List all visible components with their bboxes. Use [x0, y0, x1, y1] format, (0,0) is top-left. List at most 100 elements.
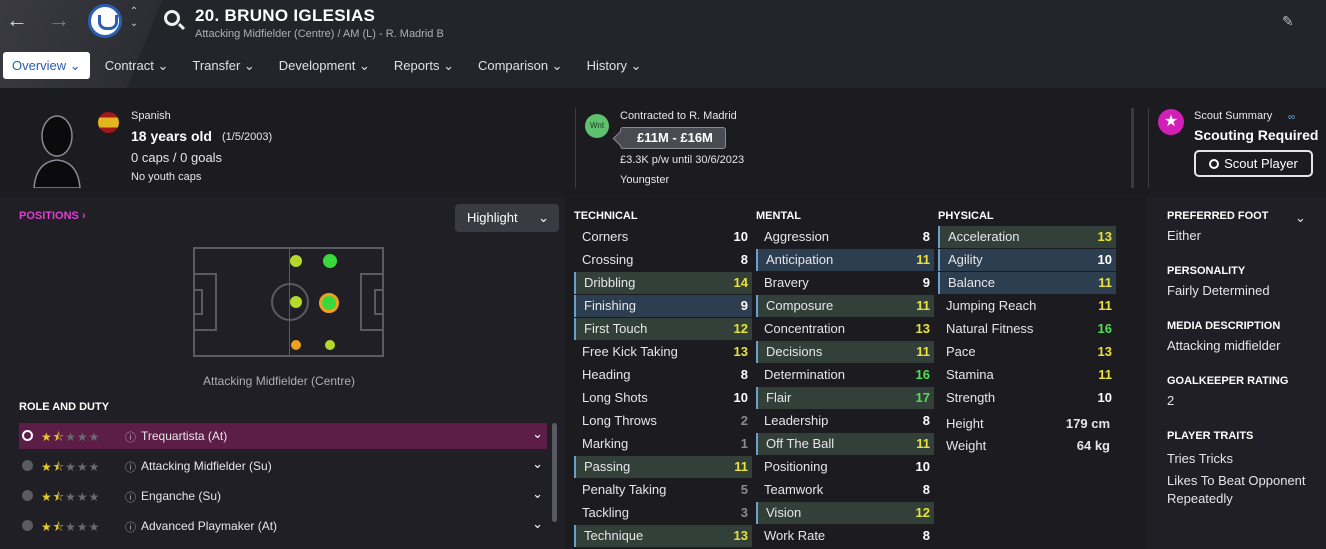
chevron-down-icon[interactable]: ⌄: [532, 486, 543, 502]
attribute-row[interactable]: Work Rate 8: [756, 525, 934, 547]
attribute-row[interactable]: Long Throws 2: [574, 410, 752, 432]
scout-summary-label: Scout Summary: [1194, 110, 1273, 122]
attribute-row[interactable]: Crossing 8: [574, 249, 752, 271]
chevron-down-icon[interactable]: ⌄: [532, 456, 543, 472]
attribute-row[interactable]: Aggression 8: [756, 226, 934, 248]
info-icon[interactable]: ⓘ: [125, 459, 136, 475]
attribute-row[interactable]: Natural Fitness 16: [938, 318, 1116, 340]
chevron-down-icon[interactable]: ⌄: [532, 516, 543, 532]
attribute-row[interactable]: Penalty Taking 5: [574, 479, 752, 501]
attribute-row[interactable]: First Touch 12: [574, 318, 752, 340]
info-icon[interactable]: ⓘ: [125, 489, 136, 505]
attribute-row[interactable]: Heading 8: [574, 364, 752, 386]
attribute-name: Free Kick Taking: [582, 344, 678, 359]
tab-transfer[interactable]: Transfer ⌄: [183, 52, 263, 79]
player-trait: Likes To Beat Opponent Repeatedly: [1167, 473, 1306, 506]
forward-arrow-icon[interactable]: →: [46, 8, 72, 34]
attribute-row[interactable]: Off The Ball 11: [756, 433, 934, 455]
attribute-name: Leadership: [764, 413, 829, 428]
club-switch-chevrons-icon[interactable]: ⌃ ⌄: [128, 6, 140, 30]
attribute-row[interactable]: Decisions 11: [756, 341, 934, 363]
club-crest-icon[interactable]: [88, 4, 122, 38]
attribute-row[interactable]: Corners 10: [574, 226, 752, 248]
positions-link[interactable]: POSITIONS ›: [19, 210, 86, 222]
tab-history[interactable]: History ⌄: [578, 52, 651, 79]
attribute-value: 13: [1097, 229, 1112, 244]
weight-value: 64 kg: [1076, 438, 1110, 453]
attribute-value: 10: [733, 229, 748, 244]
scout-player-button[interactable]: Scout Player: [1194, 150, 1313, 177]
transfer-value[interactable]: £11M - £16M: [620, 127, 726, 149]
attribute-row[interactable]: Free Kick Taking 13: [574, 341, 752, 363]
search-icon[interactable]: [164, 10, 180, 26]
attribute-name: Positioning: [764, 459, 828, 474]
attribute-row[interactable]: Bravery 9: [756, 272, 934, 294]
role-row[interactable]: ★⯪★★★ ⓘ Trequartista (At) ⌄: [19, 423, 547, 449]
attribute-name: Heading: [582, 367, 631, 382]
tab-development[interactable]: Development ⌄: [270, 52, 379, 79]
radio-icon[interactable]: [22, 490, 33, 501]
attribute-row[interactable]: Long Shots 10: [574, 387, 752, 409]
contract-label: Contracted to R. Madrid: [620, 110, 737, 122]
attribute-value: 2: [740, 413, 748, 428]
role-row[interactable]: ★⯪★★★ ⓘ Enganche (Su) ⌄: [19, 483, 547, 509]
attribute-row[interactable]: Marking 1: [574, 433, 752, 455]
tab-overview[interactable]: Overview ⌄: [3, 52, 90, 79]
attribute-name: Technique: [584, 528, 644, 543]
attribute-value: 16: [1097, 321, 1112, 336]
attribute-row[interactable]: Vision 12: [756, 502, 934, 524]
attribute-row[interactable]: Stamina 11: [938, 364, 1116, 386]
attribute-name: Balance: [948, 275, 995, 290]
attribute-row[interactable]: Acceleration 13: [938, 226, 1116, 248]
attribute-row[interactable]: Composure 11: [756, 295, 934, 317]
attribute-value: 10: [1097, 390, 1112, 405]
role-row[interactable]: ★⯪★★★ ⓘ Attacking Midfielder (Su) ⌄: [19, 453, 547, 479]
attribute-row[interactable]: Agility 10: [938, 249, 1116, 271]
highlight-dropdown[interactable]: Highlight ⌄: [455, 204, 559, 232]
player-silhouette-icon: [33, 115, 81, 188]
radio-icon[interactable]: [22, 520, 33, 531]
roles-scrollbar[interactable]: [552, 423, 557, 522]
radio-icon[interactable]: [22, 460, 33, 471]
attribute-row[interactable]: Finishing 9: [574, 295, 752, 317]
attribute-value: 5: [740, 482, 748, 497]
attribute-row[interactable]: Flair 17: [756, 387, 934, 409]
weight-label: Weight: [946, 438, 987, 453]
tab-contract[interactable]: Contract ⌄: [96, 52, 178, 79]
chevron-down-icon[interactable]: ⌄: [1295, 210, 1306, 226]
attribute-row[interactable]: Anticipation 11: [756, 249, 934, 271]
tab-comparison[interactable]: Comparison ⌄: [469, 52, 572, 79]
attribute-row[interactable]: Balance 11: [938, 272, 1116, 294]
attribute-row[interactable]: Concentration 13: [756, 318, 934, 340]
attribute-row[interactable]: Leadership 8: [756, 410, 934, 432]
role-row[interactable]: ★⯪★★★ ⓘ Advanced Playmaker (At) ⌄: [19, 513, 547, 539]
attribute-row[interactable]: Teamwork 8: [756, 479, 934, 501]
attribute-row[interactable]: Technique 13: [574, 525, 752, 547]
attribute-value: 13: [1097, 344, 1112, 359]
tab-reports[interactable]: Reports ⌄: [385, 52, 463, 79]
back-arrow-icon[interactable]: ←: [4, 8, 30, 34]
search-icon: [1209, 159, 1220, 169]
height-value: 179 cm: [1065, 416, 1110, 431]
attribute-row[interactable]: Pace 13: [938, 341, 1116, 363]
attribute-row[interactable]: Positioning 10: [756, 456, 934, 478]
attribute-row[interactable]: Determination 16: [756, 364, 934, 386]
info-icon[interactable]: ⓘ: [125, 429, 136, 445]
attribute-row[interactable]: Strength 10: [938, 387, 1116, 409]
attribute-value: 9: [740, 298, 748, 313]
attribute-row[interactable]: Dribbling 14: [574, 272, 752, 294]
attribute-value: 11: [1098, 298, 1112, 313]
attribute-value: 14: [733, 275, 748, 290]
scouting-status: Scouting Required: [1194, 127, 1319, 143]
attribute-value: 11: [916, 298, 930, 313]
radio-selected-icon[interactable]: [22, 430, 33, 441]
attribute-name: Bravery: [764, 275, 809, 290]
attribute-name: Concentration: [764, 321, 845, 336]
attribute-row[interactable]: Jumping Reach 11: [938, 295, 1116, 317]
attribute-row[interactable]: Tackling 3: [574, 502, 752, 524]
info-icon[interactable]: ⓘ: [125, 519, 136, 535]
edit-pencil-icon[interactable]: ✎: [1282, 13, 1294, 30]
chevron-down-icon[interactable]: ⌄: [532, 426, 543, 442]
binoculars-icon[interactable]: ∞: [1288, 112, 1295, 123]
attribute-row[interactable]: Passing 11: [574, 456, 752, 478]
